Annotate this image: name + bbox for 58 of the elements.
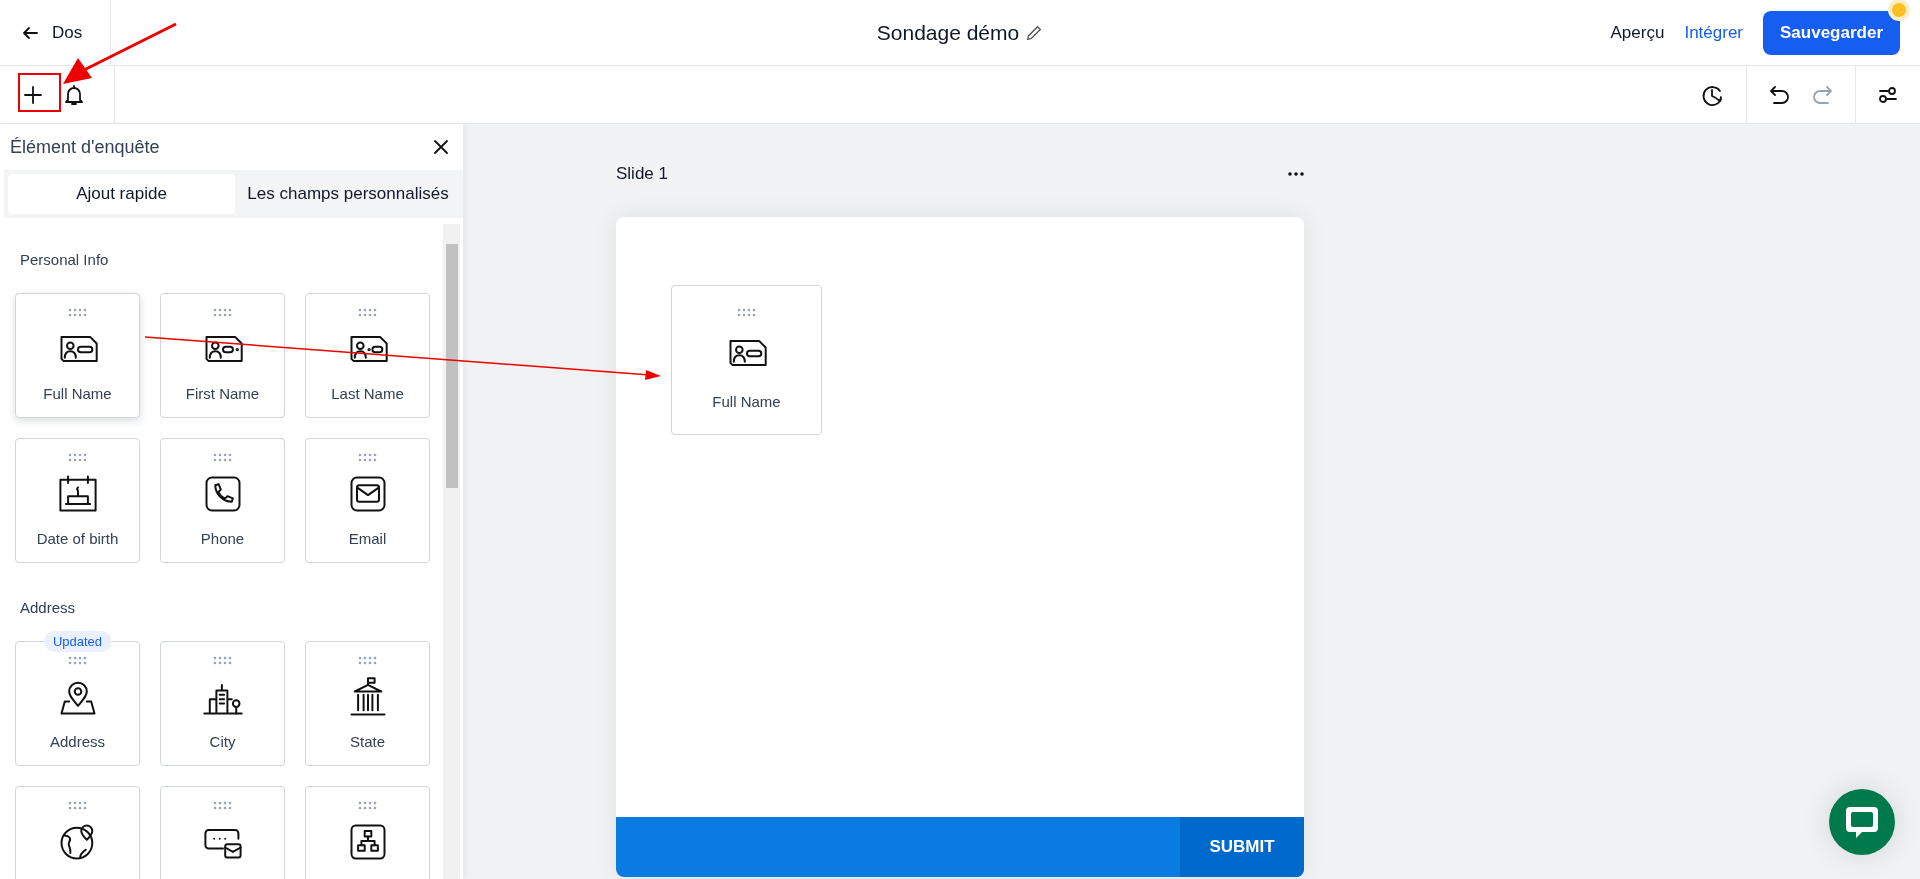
survey-title: Sondage démo xyxy=(876,20,1020,45)
field-tile[interactable]: Last Name xyxy=(305,293,430,418)
field-label: First Name xyxy=(185,385,260,402)
field-tile[interactable]: State xyxy=(305,641,430,766)
updated-badge: Updated xyxy=(43,631,112,652)
drag-handle-icon[interactable] xyxy=(67,656,88,665)
drag-handle-icon[interactable] xyxy=(357,656,378,665)
highlight-frame xyxy=(18,73,61,112)
field-tile[interactable]: Full Name xyxy=(671,285,822,435)
embed-link[interactable]: Intégrer xyxy=(1684,22,1743,43)
save-button[interactable]: Sauvegarder xyxy=(1763,10,1900,55)
panel-tab[interactable]: Ajout rapide xyxy=(8,174,235,214)
drag-handle-icon[interactable] xyxy=(357,308,378,317)
field-label: Email xyxy=(348,530,387,547)
slide-title: Slide 1 xyxy=(616,163,668,184)
bell-icon[interactable] xyxy=(64,83,84,106)
field-tile[interactable]: Full Name xyxy=(15,293,140,418)
drag-handle-icon[interactable] xyxy=(67,801,88,810)
field-tile[interactable] xyxy=(15,786,140,879)
field-label: Date of birth xyxy=(36,530,119,547)
field-label: State xyxy=(350,733,385,750)
settings-icon[interactable] xyxy=(1878,85,1898,104)
field-label: Phone xyxy=(200,530,245,547)
more-options-icon[interactable] xyxy=(1288,171,1304,176)
submit-button[interactable]: SUBMIT xyxy=(1180,817,1304,877)
drag-handle-icon[interactable] xyxy=(357,801,378,810)
field-tile[interactable] xyxy=(305,786,430,879)
drag-handle-icon[interactable] xyxy=(67,453,88,462)
undo-icon[interactable] xyxy=(1769,84,1791,105)
panel-tab[interactable]: Les champs personnalisés xyxy=(237,174,459,214)
field-tile[interactable]: City xyxy=(160,641,285,766)
drag-handle-icon[interactable] xyxy=(67,308,88,317)
drag-handle-icon[interactable] xyxy=(212,453,233,462)
preview-link[interactable]: Aperçu xyxy=(1610,22,1665,43)
section-heading: Address xyxy=(20,599,77,616)
pencil-icon[interactable] xyxy=(1025,23,1044,42)
drag-handle-icon[interactable] xyxy=(212,801,233,810)
close-icon[interactable] xyxy=(433,139,449,155)
drag-handle-icon[interactable] xyxy=(212,308,233,317)
field-tile[interactable]: Phone xyxy=(160,438,285,563)
back-arrow-icon xyxy=(22,25,38,40)
field-tile[interactable]: First Name xyxy=(160,293,285,418)
scrollbar[interactable] xyxy=(443,224,460,879)
notification-dot xyxy=(1892,2,1906,17)
drag-handle-icon[interactable] xyxy=(212,656,233,665)
field-label: Full Name xyxy=(43,385,112,402)
drag-handle-icon[interactable] xyxy=(736,308,757,317)
field-label: Full Name xyxy=(712,393,781,410)
field-label: Address xyxy=(50,733,105,750)
drag-handle-icon[interactable] xyxy=(357,453,378,462)
field-tile[interactable]: Email xyxy=(305,438,430,563)
field-tile[interactable] xyxy=(160,786,285,879)
add-button[interactable] xyxy=(22,83,44,106)
field-label: Last Name xyxy=(331,385,404,402)
panel-title: Élément d'enquête xyxy=(10,136,160,158)
section-heading: Personal Info xyxy=(20,251,110,268)
field-tile[interactable]: Date of birth xyxy=(15,438,140,563)
field-label: City xyxy=(209,733,236,750)
